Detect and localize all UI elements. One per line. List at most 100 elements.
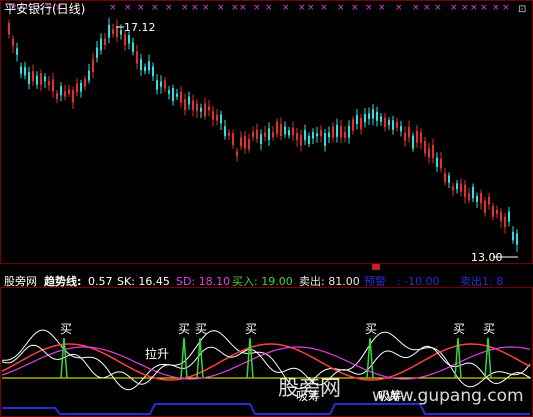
signal-marker: × [298,3,306,13]
candle-body [164,80,166,89]
candle-body [24,67,26,76]
candle-body [300,135,302,146]
candle-body [468,193,470,201]
candle-body [328,132,330,138]
absorb-annotation: 吸筹 [378,389,402,403]
candle-body [160,81,162,87]
buy-in-value: 买入: 19.00 [232,275,293,288]
signal-marker: × [351,3,359,13]
candle-body [48,80,50,86]
candle-body [228,132,230,136]
candle-body [84,78,86,87]
signal-marker: × [461,3,469,13]
candle-body [340,126,342,138]
candle-body [76,83,78,93]
candle-body [32,71,34,82]
candle-body [156,80,158,90]
signal-marker: × [395,3,403,13]
candle-body [512,231,514,241]
buy-signal-bar [484,337,492,379]
candle-body [336,125,338,137]
candle-body [348,125,350,138]
candle-body [360,117,362,130]
signal-marker: × [434,3,442,13]
candle-body [368,113,370,119]
candle-body [172,88,174,102]
candle-body [276,121,278,135]
signal-marker: × [365,3,373,13]
candle-body [320,129,322,137]
signal-marker: × [412,3,420,13]
candle-body [388,120,390,125]
candle-body [112,29,114,35]
oscillator-line [1,329,531,391]
candle-body [64,91,66,97]
signal-marker: × [151,3,159,13]
buy-annotation: 买 [453,322,465,336]
sell-out-value: 卖出: 81.00 [299,275,360,288]
candle-body [444,173,446,182]
panel-menu-icon[interactable]: ⊡ [518,4,526,15]
candle-body [208,106,210,111]
signal-marker: × [165,3,173,13]
candle-body [196,103,198,112]
signal-marker: × [320,3,328,13]
candle-body [124,34,126,45]
candle-body [72,90,74,103]
candle-body [260,134,262,145]
candle-body [344,132,346,138]
alert-value: : -10.00 [397,275,440,288]
signal-marker: × [492,3,500,13]
candle-body [56,93,58,99]
candle-body [204,103,206,117]
candle-body [408,127,410,138]
candle-body [28,72,30,84]
buy-signal-bar [180,337,188,379]
candle-body [280,124,282,136]
candle-body [232,133,234,146]
sd-value: SD: 18.10 [176,275,231,288]
signal-marker: × [450,3,458,13]
candle-body [68,89,70,94]
signal-marker: × [239,3,247,13]
candle-body [420,132,422,143]
candle-body [192,100,194,110]
candle-body [92,59,94,73]
scroll-marker[interactable] [372,264,380,270]
candle-body [248,138,250,150]
candle-body [252,131,254,138]
candle-body [412,135,414,149]
trend-value: 0.57 [88,275,113,288]
candle-body [88,70,90,81]
candle-body [12,38,14,47]
candle-body [488,196,490,205]
candle-body [40,73,42,85]
candle-body [372,109,374,119]
candle-body [456,183,458,190]
candle-body [460,183,462,192]
indicator-name[interactable]: 股旁网 [4,276,37,287]
candle-body [104,38,106,46]
candle-body [136,51,138,64]
candle-body [148,61,150,71]
signal-marker: × [137,3,145,13]
candle-body [432,145,434,158]
candle-body [272,132,274,138]
signal-marker: × [480,3,488,13]
candle-body [212,111,214,120]
candle-body [216,114,218,121]
buy-annotation: 买 [365,322,377,336]
candle-body [364,114,366,123]
candle-body [240,137,242,147]
candle-body [504,216,506,228]
signal-marker: × [109,3,117,13]
stock-chart-window: × × × × × × × × × × × × × × × × × × × × × × × × × × × × × × × × × × × × 17.… [0,0,533,417]
candle-body [316,133,318,137]
candle-body [80,82,82,92]
candle-body [44,76,46,82]
candle-body [396,122,398,128]
candle-body [400,126,402,132]
buy-signal-bar [454,337,462,379]
signal-marker: × [181,3,189,13]
chart-canvas: × × × × × × × × × × × × × × × × × × × × × × × × × × × × × × × × × × × × 17.… [1,3,531,415]
